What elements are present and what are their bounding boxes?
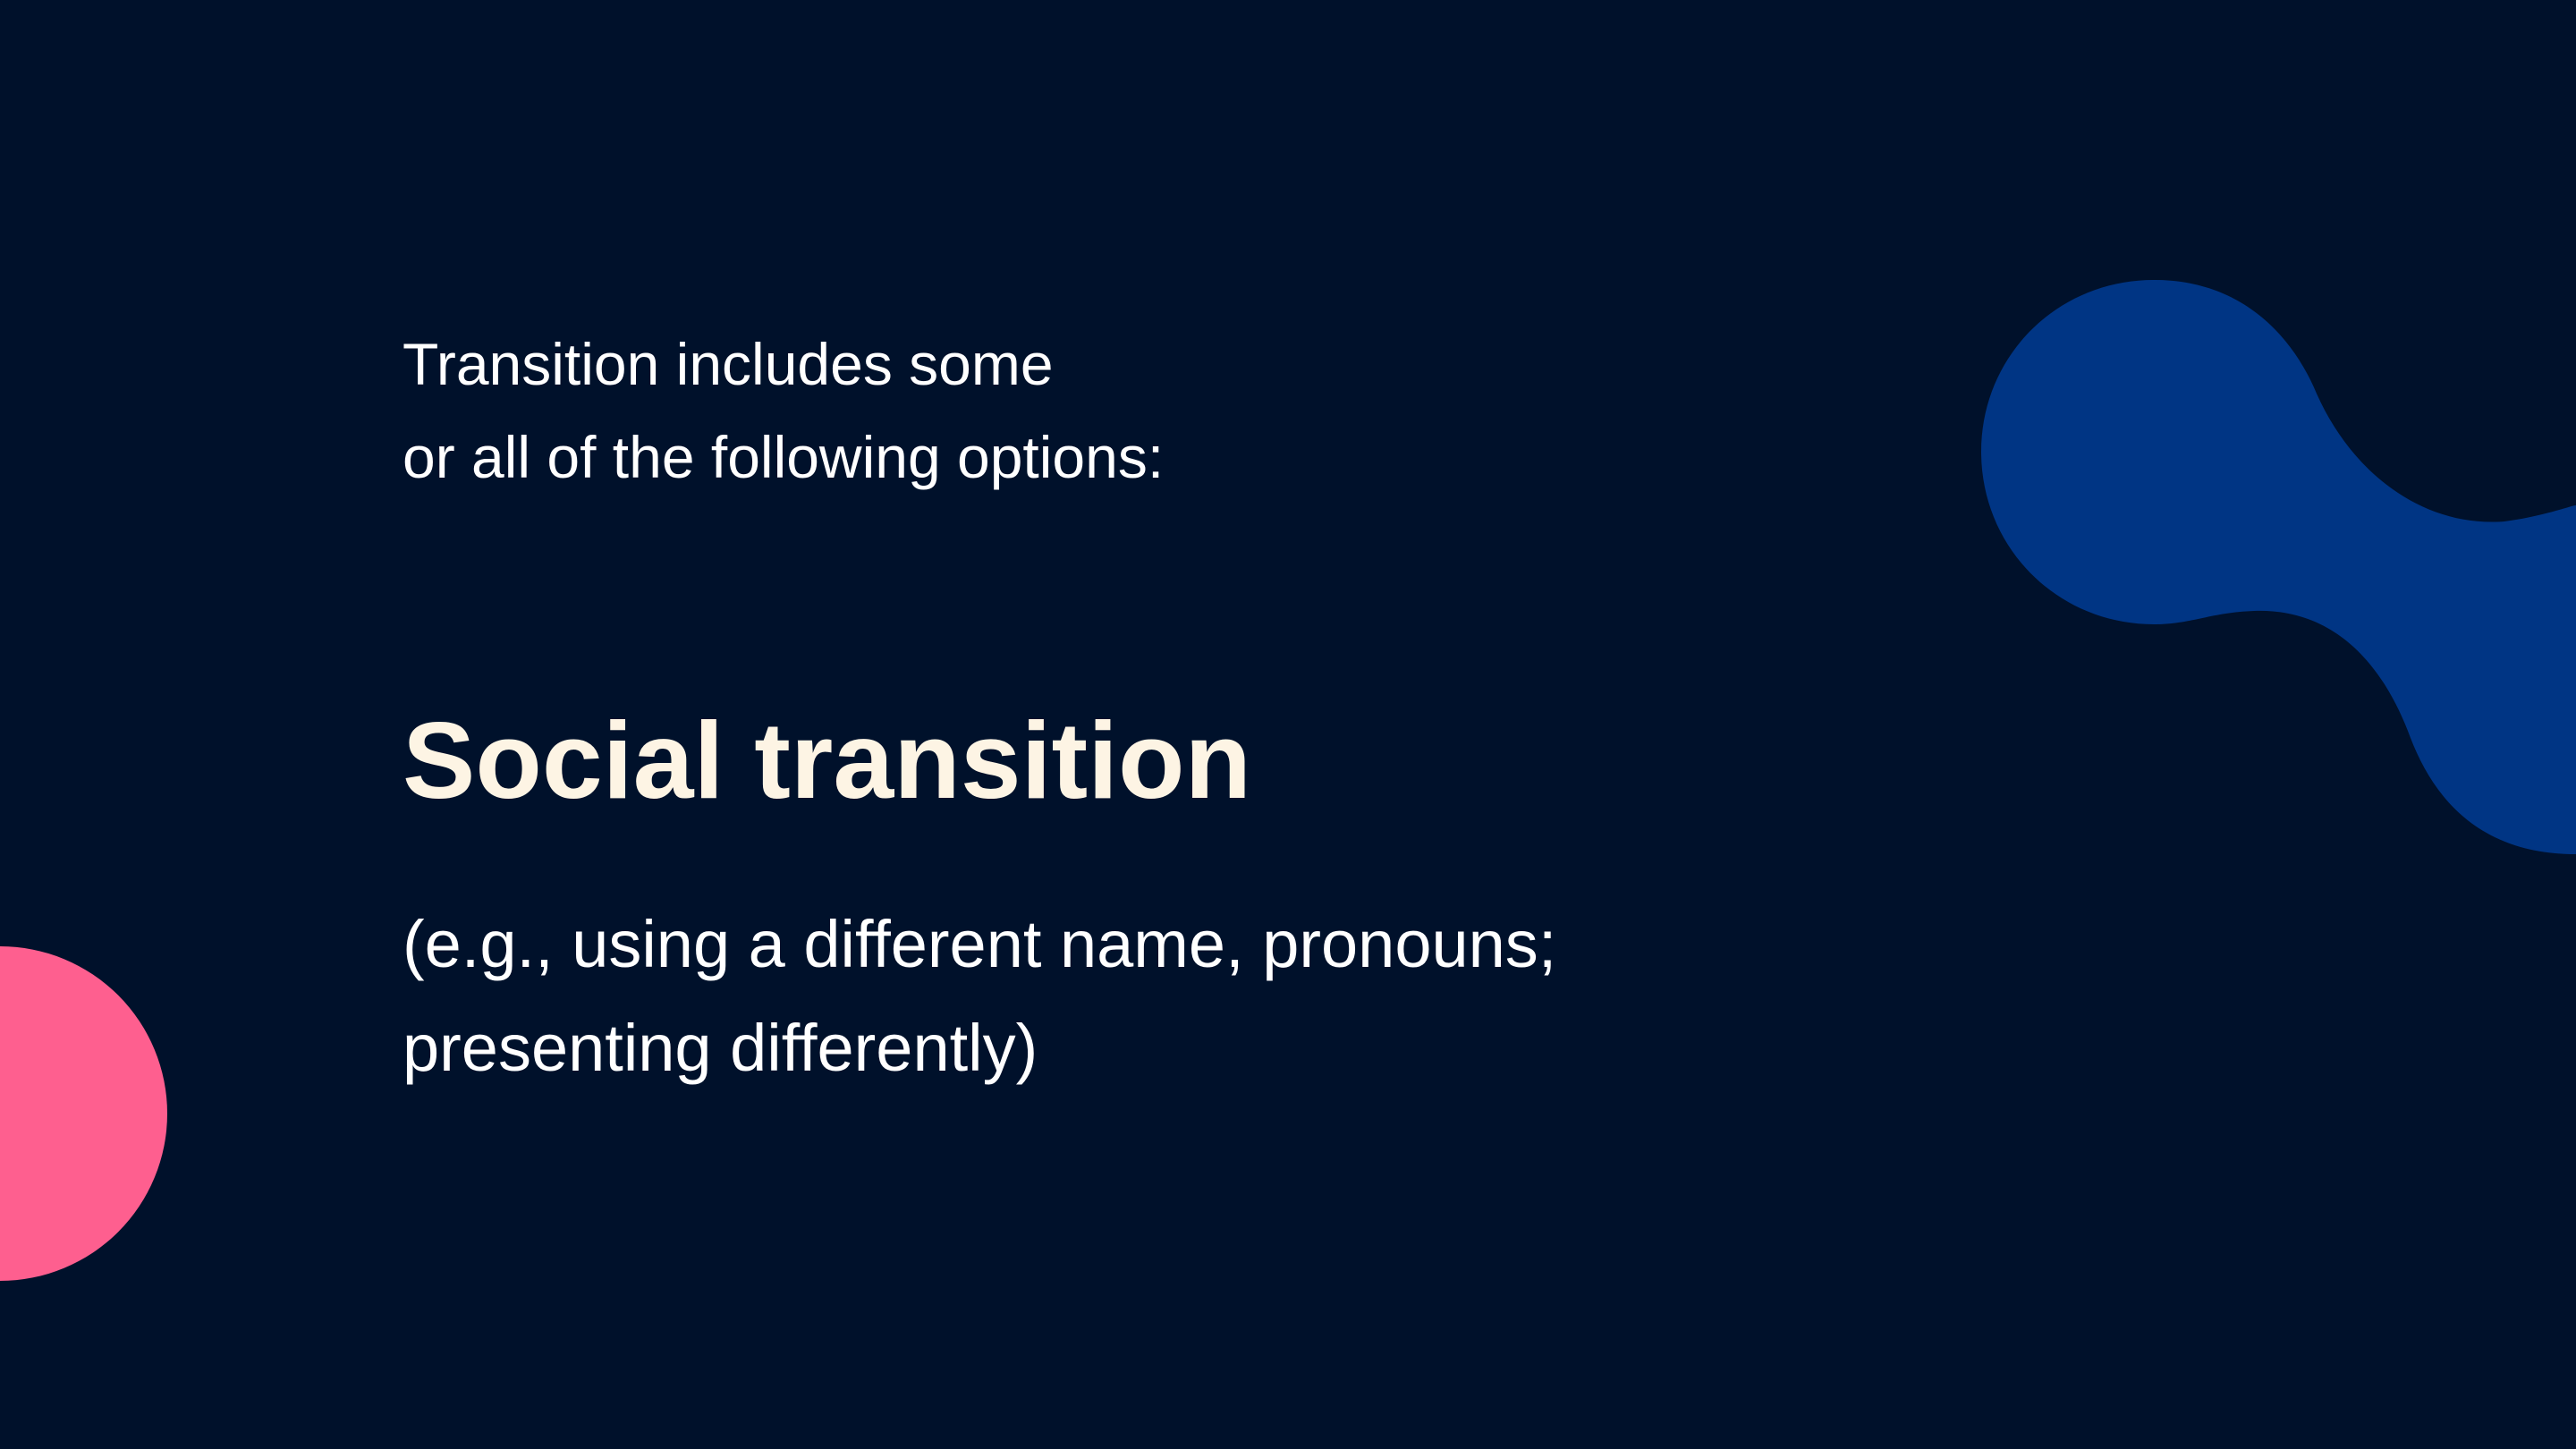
intro-text: Transition includes some or all of the f… [402, 318, 1164, 504]
slide: Transition includes some or all of the f… [0, 0, 2576, 1449]
intro-line: Transition includes some [402, 331, 1054, 397]
slide-heading: Social transition [402, 699, 1252, 821]
blue-blob-shape [1981, 280, 2576, 854]
example-line: (e.g., using a different name, pronouns; [402, 907, 1557, 981]
example-text: (e.g., using a different name, pronouns;… [402, 893, 1556, 1100]
decorative-shapes [0, 280, 2576, 1281]
pink-circle-shape [0, 946, 167, 1281]
intro-line: or all of the following options: [402, 424, 1165, 490]
example-line: presenting differently) [402, 1011, 1038, 1085]
